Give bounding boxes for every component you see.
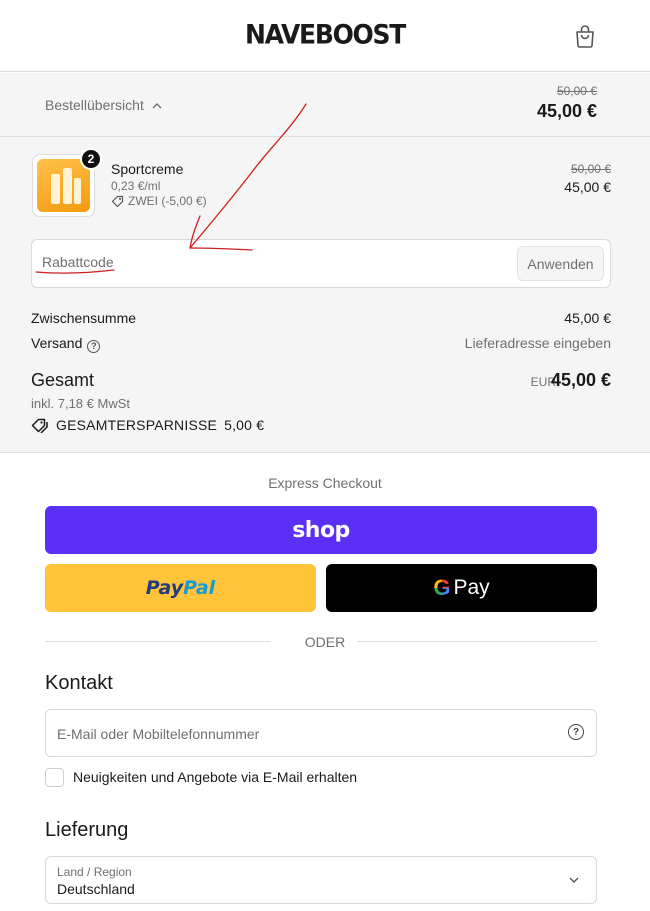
google-g-icon: G — [433, 575, 451, 600]
help-icon[interactable]: ? — [568, 724, 584, 740]
newsletter-label[interactable]: Neuigkeiten und Angebote via E-Mail erha… — [73, 769, 357, 785]
email-field: ? — [45, 709, 597, 757]
total-label: Gesamt — [31, 370, 95, 390]
product-original-price: 50,00 € — [570, 162, 611, 176]
store-logo[interactable]: NAVEBOOST — [0, 19, 650, 50]
total-savings: GESAMTERSPARNISSE 5,00 € — [31, 417, 264, 433]
google-pay-button[interactable]: G Pay — [326, 564, 597, 612]
summary-original-total: 50,00 € — [556, 84, 597, 98]
contact-heading: Kontakt — [45, 672, 113, 694]
help-icon[interactable]: ? — [87, 339, 101, 353]
or-divider-label: ODER — [304, 634, 346, 650]
paypal-button[interactable]: Pay Pal — [45, 564, 316, 612]
country-select-label: Land / Region — [57, 865, 132, 879]
total-value: 45,00 € — [550, 370, 611, 390]
subtotal-value: 45,00 € — [564, 310, 611, 326]
subtotal-label: Zwischensumme — [31, 310, 137, 326]
apply-discount-button[interactable]: Anwenden — [517, 246, 604, 281]
discount-code-input[interactable] — [42, 254, 502, 270]
shipping-row: Versand? — [31, 335, 101, 353]
discount-code-field: Anwenden — [31, 239, 611, 288]
product-discount: ZWEI (-5,00 €) — [111, 194, 207, 208]
total-savings-value: 5,00 € — [224, 417, 265, 433]
quantity-badge: 2 — [80, 148, 102, 170]
email-input[interactable] — [57, 726, 537, 742]
express-checkout-title: Express Checkout — [268, 475, 382, 491]
shopping-bag-icon[interactable] — [574, 24, 596, 48]
order-summary-bar[interactable]: Bestellübersicht 50,00 € 45,00 € — [0, 73, 650, 137]
tag-icon — [111, 195, 124, 207]
country-select-value: Deutschland — [57, 881, 135, 897]
product-price: 45,00 € — [564, 179, 611, 195]
tax-note: inkl. 7,18 € MwSt — [31, 396, 130, 411]
country-select[interactable]: Land / Region Deutschland — [45, 856, 597, 904]
paypal-logo-part2: Pal — [183, 577, 216, 599]
shop-pay-button[interactable]: shop — [45, 506, 597, 554]
tags-icon — [31, 418, 48, 433]
shipping-value: Lieferadresse eingeben — [464, 335, 611, 351]
shipping-label: Versand — [31, 335, 83, 351]
delivery-heading: Lieferung — [45, 819, 129, 841]
product-name: Sportcreme — [111, 161, 184, 177]
chevron-up-icon — [152, 102, 162, 108]
chevron-down-icon — [569, 877, 579, 883]
order-summary-toggle-label: Bestellübersicht — [45, 97, 144, 113]
header: NAVEBOOST — [0, 0, 650, 72]
order-summary-toggle[interactable]: Bestellübersicht — [45, 97, 162, 113]
product-discount-label: ZWEI (-5,00 €) — [128, 194, 207, 208]
total-savings-label: GESAMTERSPARNISSE — [56, 417, 218, 433]
product-unit-price: 0,23 €/ml — [111, 179, 161, 193]
summary-total: 45,00 € — [536, 101, 597, 121]
google-pay-label: Pay — [453, 576, 490, 599]
paypal-logo-part1: Pay — [145, 577, 184, 599]
newsletter-checkbox[interactable] — [45, 768, 64, 787]
